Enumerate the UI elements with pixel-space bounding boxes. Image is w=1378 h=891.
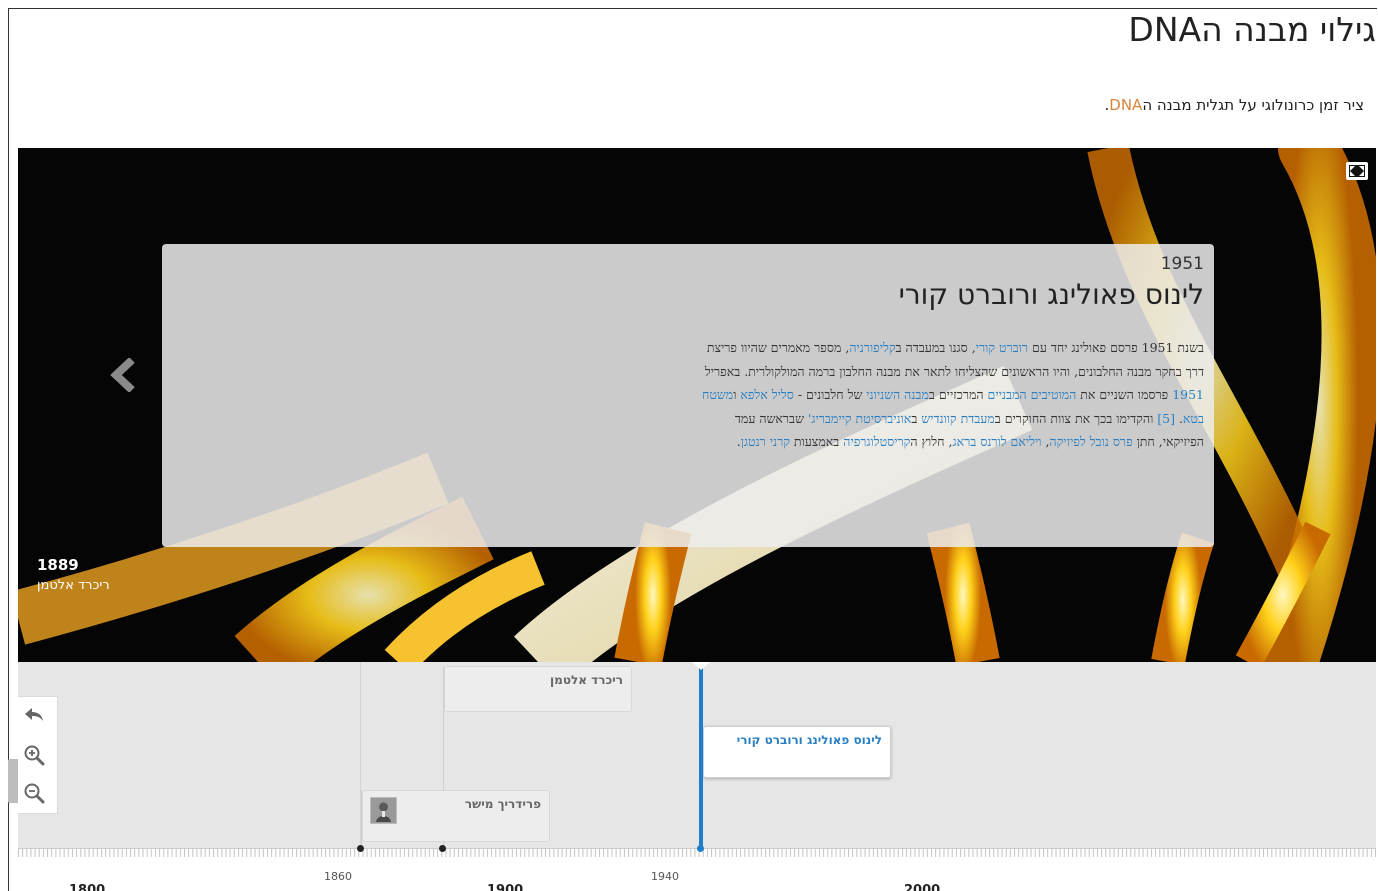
text-run: ב (911, 410, 922, 426)
inline-link[interactable]: קרני רנטגן (741, 434, 790, 449)
chevron-left-icon (110, 357, 135, 393)
inline-link[interactable]: רוברט קורי (976, 340, 1028, 355)
timeline-marker-mischer[interactable]: פרידריך מישר (361, 790, 550, 850)
text-run: 1951 (1141, 340, 1174, 355)
ruler-minor-label: 1940 (651, 870, 679, 883)
prev-slide-year[interactable]: 1889 (37, 556, 79, 574)
zoom-controls (18, 696, 58, 814)
inline-link[interactable]: [5] (1157, 411, 1175, 426)
fullscreen-icon (1349, 165, 1365, 177)
marker-label: ריכרד אלטמן (550, 673, 623, 687)
page-title: גילוי מבנה הDNA (1128, 10, 1376, 49)
zoom-out-button[interactable] (22, 781, 46, 805)
prev-slide-button[interactable] (110, 357, 140, 393)
text-run: והקדימו בכך את צוות החוקרים ב (994, 410, 1158, 426)
text-run: באמצעות (789, 434, 844, 449)
inline-link[interactable]: קריסטלוגרפיה (843, 434, 910, 449)
dna-link[interactable]: DNA (1109, 96, 1142, 114)
ruler-event-dot-active[interactable] (697, 845, 704, 852)
page-subtitle: ציר זמן כרונולוגי על תגלית מבנה הDNA. (1104, 96, 1364, 114)
text-run: פרסם פאולינג יחד עם (1028, 340, 1142, 355)
text-run: , חלוץ ה (910, 434, 953, 449)
inline-link[interactable]: המוטיבים המבניים (988, 387, 1077, 402)
marker-flag[interactable]: ריכרד אלטמן (444, 666, 632, 712)
text-run: של חלבונים - (793, 387, 867, 402)
panel-grip[interactable] (8, 759, 18, 803)
inline-link[interactable]: מבנה השניוני (866, 387, 929, 402)
inline-link[interactable]: אוניברסיטת קיימבריג' (808, 411, 911, 426)
marker-flag-active[interactable]: לינוס פאולינג ורוברט קורי (703, 726, 891, 778)
back-to-start-button[interactable] (22, 703, 46, 727)
slide-content-card: 1951 לינוס פאולינג ורוברט קורי בשנת 1951… (162, 244, 1214, 547)
active-marker-line (699, 662, 703, 857)
portrait-thumbnail (370, 797, 397, 824)
slide-headline: לינוס פאולינג ורוברט קורי (898, 278, 1204, 311)
back-arrow-icon (25, 708, 43, 721)
zoom-in-icon (24, 745, 45, 766)
inline-link[interactable]: פרס נובל לפיזיקה (1049, 434, 1132, 449)
text-run: , סגנו במעבדה ב (895, 340, 976, 355)
timeline-ruler[interactable]: 1860 1940 1800 1900 2000 (18, 845, 1376, 891)
marker-flag[interactable]: פרידריך מישר (362, 790, 550, 842)
timeline-navigation: ריכרד אלטמן פרידריך מישר לינוס פאולינג ו… (18, 662, 1376, 891)
prev-slide-name[interactable]: ריכרד אלטמן (37, 578, 110, 593)
text-run: בשנת (1173, 340, 1204, 355)
fullscreen-button[interactable] (1346, 162, 1368, 180)
inline-link[interactable]: מעבדת קוונדיש (921, 411, 994, 426)
timeline-marker-pauling[interactable]: לינוס פאולינג ורוברט קורי (701, 726, 891, 850)
subtitle-prefix: ציר זמן כרונולוגי על תגלית מבנה ה (1142, 96, 1364, 114)
text-run: המרכזיים ב (928, 387, 988, 402)
inline-link[interactable]: ויליאם לורנס בראג (952, 434, 1041, 449)
ruler-event-dot[interactable] (439, 845, 446, 852)
text-run: . (1174, 410, 1183, 426)
slide-year: 1951 (1160, 254, 1204, 274)
text-run: פרסמו השניים את (1076, 387, 1173, 402)
marker-label: פרידריך מישר (464, 797, 541, 811)
marker-label: לינוס פאולינג ורוברט קורי (736, 733, 882, 747)
zoom-out-icon (24, 783, 45, 804)
ruler-major-label: 1800 (69, 883, 106, 891)
ruler-major-label: 2000 (904, 883, 941, 891)
slide-text: בשנת 1951 פרסם פאולינג יחד עם רוברט קורי… (689, 336, 1204, 454)
inline-link[interactable]: קליפורניה (849, 340, 895, 355)
inline-link[interactable]: 1951 (1172, 387, 1204, 402)
ruler-major-label: 1900 (487, 883, 524, 891)
ruler-minor-label: 1860 (324, 870, 352, 883)
zoom-in-button[interactable] (22, 743, 46, 767)
inline-link[interactable]: סליל אלפא (740, 387, 793, 402)
ruler-event-dot[interactable] (357, 845, 364, 852)
active-marker-pointer (691, 662, 711, 670)
